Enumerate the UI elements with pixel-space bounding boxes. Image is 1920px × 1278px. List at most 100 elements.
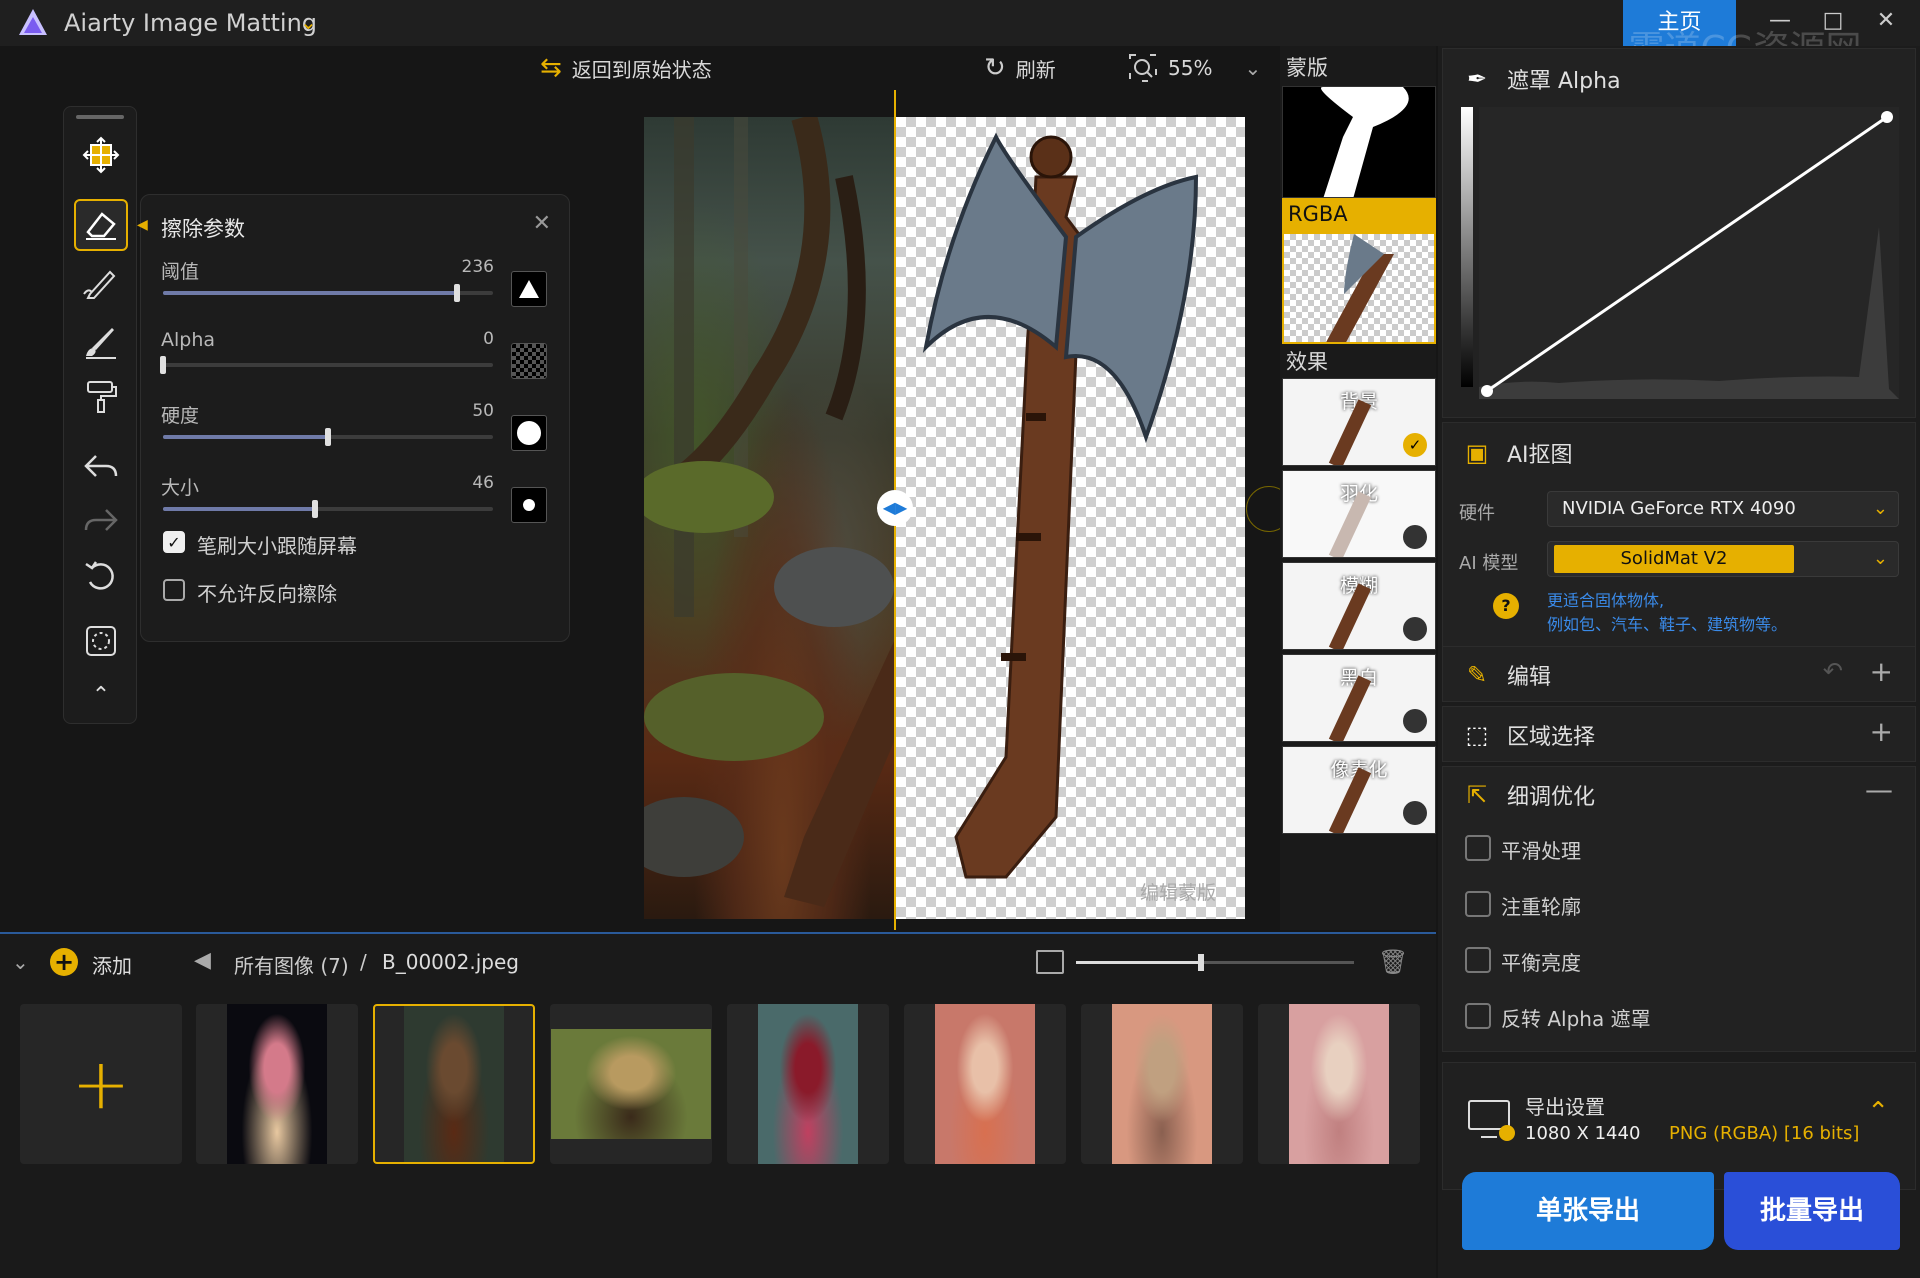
- rgba-thumbnail[interactable]: [1282, 232, 1436, 344]
- ai-image-icon: ▣: [1465, 439, 1489, 467]
- reset-tool-button[interactable]: [74, 551, 128, 603]
- close-icon[interactable]: ✕: [533, 211, 551, 236]
- alpha-slider[interactable]: [160, 356, 493, 374]
- thumbnail-woman-gold[interactable]: [1081, 1004, 1243, 1164]
- radio-icon: [1403, 525, 1427, 549]
- add-label[interactable]: 添加: [92, 950, 132, 979]
- reset-button[interactable]: ⇆ 返回到原始状态: [540, 52, 712, 84]
- ai-matting-header: ▣ AI抠图: [1461, 437, 1573, 469]
- monitor-settings-icon: [1468, 1100, 1515, 1141]
- tab-home[interactable]: 主页: [1623, 0, 1736, 46]
- plus-icon[interactable]: +: [1870, 715, 1893, 748]
- export-settings-section[interactable]: 导出设置 1080 X 1440 PNG (RGBA) [16 bits] ⌃: [1442, 1062, 1916, 1190]
- hardness-slider[interactable]: [163, 428, 493, 446]
- breadcrumb-current-file: B_00002.jpeg: [382, 950, 519, 974]
- hard-circle-icon[interactable]: [511, 415, 547, 451]
- paint-tool[interactable]: [74, 315, 128, 367]
- follow-screen-checkbox[interactable]: ✓: [163, 531, 185, 553]
- collapse-tools-button[interactable]: ⌃: [74, 669, 128, 721]
- refine-title: 细调优化: [1507, 785, 1596, 810]
- close-icon[interactable]: ✕: [1856, 0, 1916, 46]
- brightness-checkbox[interactable]: [1465, 947, 1491, 973]
- threshold-slider[interactable]: [163, 284, 493, 302]
- contour-checkbox[interactable]: [1465, 891, 1491, 917]
- effects-title: 效果: [1286, 350, 1328, 374]
- brush-tool[interactable]: [74, 257, 128, 309]
- breadcrumb-separator: /: [360, 950, 367, 974]
- refresh-button[interactable]: ↻ 刷新: [984, 52, 1056, 84]
- chevron-down-icon: ⌄: [1872, 548, 1888, 569]
- redo-button[interactable]: [74, 495, 128, 547]
- effect-blur[interactable]: 模糊: [1282, 562, 1436, 650]
- size-dot-icon[interactable]: [511, 487, 547, 523]
- panel-drag-handle[interactable]: [76, 115, 124, 119]
- maximize-icon[interactable]: □: [1803, 0, 1863, 46]
- checker-icon[interactable]: [511, 343, 547, 379]
- alpha-curve-chart[interactable]: [1479, 107, 1899, 399]
- refine-header[interactable]: ⇱ 细调优化: [1461, 779, 1595, 811]
- fill-tool[interactable]: [74, 371, 128, 423]
- result-image-view[interactable]: [896, 117, 1245, 919]
- paint-brush-icon: [86, 328, 116, 359]
- undo-icon[interactable]: ↶: [1823, 657, 1843, 685]
- plus-icon[interactable]: +: [1870, 655, 1893, 688]
- chevron-down-icon[interactable]: ⌄: [300, 10, 317, 34]
- export-format: PNG (RGBA) [16 bits]: [1669, 1123, 1860, 1144]
- thumbnail-woman-pink[interactable]: [1258, 1004, 1420, 1164]
- chevron-down-icon: ⌄: [1244, 56, 1262, 80]
- hardware-label: 硬件: [1459, 503, 1495, 524]
- region-select-section[interactable]: ⬚ 区域选择 +: [1442, 706, 1916, 762]
- edit-section[interactable]: ✎ 编辑 ↶ +: [1442, 646, 1916, 702]
- undo-button[interactable]: [74, 441, 128, 493]
- thumbnail-bicycle[interactable]: [550, 1004, 712, 1164]
- effect-background[interactable]: 背景✓: [1282, 378, 1436, 466]
- effect-grayscale[interactable]: 黑白: [1282, 654, 1436, 742]
- eraser-tool[interactable]: [74, 199, 128, 251]
- erase-params-panel: ◀ 擦除参数 ✕ 阈值 236 Alpha 0 硬度 50 大小 46 ✓ 笔刷…: [137, 194, 570, 642]
- thumbnail-jellyfish[interactable]: [196, 1004, 358, 1164]
- thumbnail-woman-flowers[interactable]: [904, 1004, 1066, 1164]
- triangle-icon[interactable]: [511, 271, 547, 307]
- thumbnail-image: [758, 1004, 858, 1164]
- back-arrow-icon[interactable]: ◀: [194, 948, 211, 973]
- invert-alpha-label: 反转 Alpha 遮罩: [1501, 1007, 1651, 1031]
- curve-point-high[interactable]: [1881, 111, 1893, 123]
- add-image-card[interactable]: +: [20, 1004, 182, 1164]
- help-icon[interactable]: ?: [1493, 593, 1519, 619]
- model-select[interactable]: SolidMat V2 ⌄: [1547, 541, 1899, 577]
- invert-alpha-checkbox[interactable]: [1465, 1003, 1491, 1029]
- collapse-chevron-icon[interactable]: ⌄: [12, 950, 29, 974]
- smooth-checkbox[interactable]: [1465, 835, 1491, 861]
- right-panel: ✒ 遮罩 Alpha ▣ AI抠图 硬件 NVIDIA GeForce RTX …: [1438, 46, 1920, 1278]
- model-hint-2: 例如包、汽车、鞋子、建筑物等。: [1547, 615, 1788, 634]
- no-reverse-checkbox[interactable]: [163, 579, 185, 601]
- chevron-double-up-icon[interactable]: ⌃: [1867, 1097, 1889, 1127]
- zoom-control[interactable]: 55% ⌄: [1128, 52, 1261, 84]
- effect-pixelate[interactable]: 像素化: [1282, 746, 1436, 834]
- alpha-value: 0: [483, 329, 494, 349]
- breadcrumb-all-images[interactable]: 所有图像 (7): [234, 950, 349, 979]
- thumbnail-woman-red-dress[interactable]: [727, 1004, 889, 1164]
- size-slider[interactable]: [163, 500, 493, 518]
- minimize-icon[interactable]: —: [1750, 0, 1810, 46]
- swap-arrows-icon: ⇆: [540, 53, 562, 83]
- export-single-button[interactable]: 单张导出: [1462, 1172, 1714, 1250]
- transform-tool[interactable]: [74, 129, 128, 181]
- compare-handle-icon[interactable]: ◀▶: [877, 490, 913, 526]
- trash-icon[interactable]: 🗑: [1378, 948, 1408, 976]
- original-image-view[interactable]: [644, 117, 896, 919]
- mask-thumbnail[interactable]: [1282, 86, 1436, 198]
- selection-tool[interactable]: [74, 615, 128, 667]
- follow-screen-label: 笔刷大小跟随屏幕: [197, 534, 357, 558]
- curve-point-low[interactable]: [1481, 385, 1493, 397]
- add-icon[interactable]: +: [50, 948, 78, 976]
- threshold-value: 236: [461, 257, 494, 277]
- hardware-select[interactable]: NVIDIA GeForce RTX 4090 ⌄: [1547, 491, 1899, 527]
- export-batch-button[interactable]: 批量导出: [1724, 1172, 1900, 1250]
- thumb-size-slider[interactable]: [1076, 954, 1354, 971]
- minus-icon[interactable]: —: [1865, 773, 1893, 806]
- model-value: SolidMat V2: [1554, 545, 1794, 573]
- thumbnail-axe-forest[interactable]: [373, 1004, 535, 1164]
- effect-feather[interactable]: 羽化: [1282, 470, 1436, 558]
- refresh-icon: ↻: [984, 53, 1006, 83]
